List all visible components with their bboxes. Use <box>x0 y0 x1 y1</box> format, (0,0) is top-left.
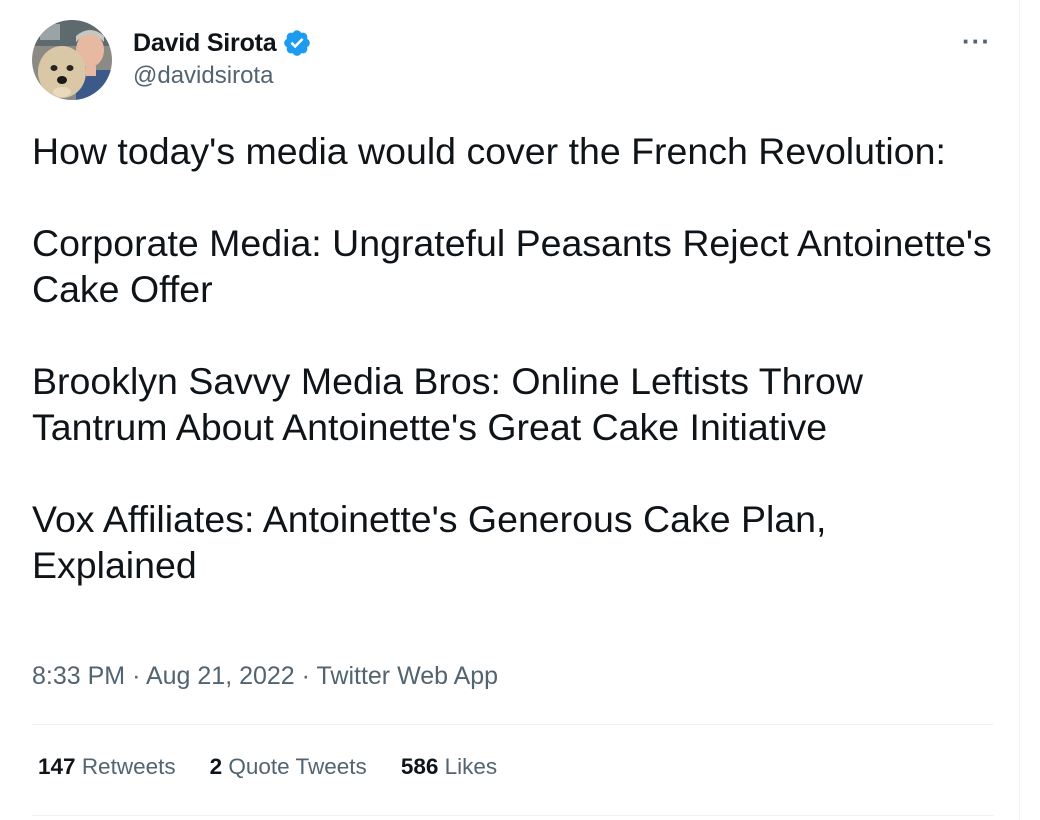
verified-badge-icon <box>282 28 312 58</box>
tweet-source[interactable]: Twitter Web App <box>317 662 499 690</box>
tweet-time[interactable]: 8:33 PM <box>32 662 125 690</box>
tweet-paragraph: Corporate Media: Ungrateful Peasants Rej… <box>32 222 992 310</box>
quote-tweets-label: Quote Tweets <box>228 754 367 779</box>
tweet-paragraph: Vox Affiliates: Antoinette's Generous Ca… <box>32 498 827 586</box>
engagement-stats: 147 Retweets 2 Quote Tweets 586 Likes <box>38 754 531 780</box>
display-name[interactable]: David Sirota <box>133 29 277 58</box>
meta-separator: · <box>301 662 310 690</box>
more-options-icon[interactable]: ··· <box>962 26 991 56</box>
likes-stat[interactable]: 586 Likes <box>401 754 497 780</box>
tweet-date[interactable]: Aug 21, 2022 <box>146 662 295 690</box>
retweets-count: 147 <box>38 754 76 779</box>
likes-count: 586 <box>400 754 439 779</box>
tweet-text: How today's media would cover the French… <box>32 128 992 634</box>
tweet-metadata: 8:33 PM · Aug 21, 2022 · Twitter Web App <box>32 662 498 691</box>
meta-separator: · <box>132 662 141 690</box>
tweet-paragraph: How today's media would cover the French… <box>32 130 946 172</box>
author-handle[interactable]: @davidsirota <box>133 62 273 90</box>
divider <box>32 815 994 816</box>
retweets-label: Retweets <box>81 754 176 779</box>
avatar-image <box>32 20 112 100</box>
tweet-paragraph: Brooklyn Savvy Media Bros: Online Leftis… <box>32 360 863 448</box>
quote-tweets-count: 2 <box>209 754 223 779</box>
divider <box>32 724 994 725</box>
author-name-row[interactable]: David Sirota <box>133 26 312 60</box>
tweet-card: David Sirota @davidsirota ··· How today'… <box>0 0 1020 820</box>
avatar[interactable] <box>32 20 112 100</box>
quote-tweets-stat[interactable]: 2 Quote Tweets <box>210 754 367 780</box>
likes-label: Likes <box>444 754 498 779</box>
retweets-stat[interactable]: 147 Retweets <box>38 754 176 780</box>
